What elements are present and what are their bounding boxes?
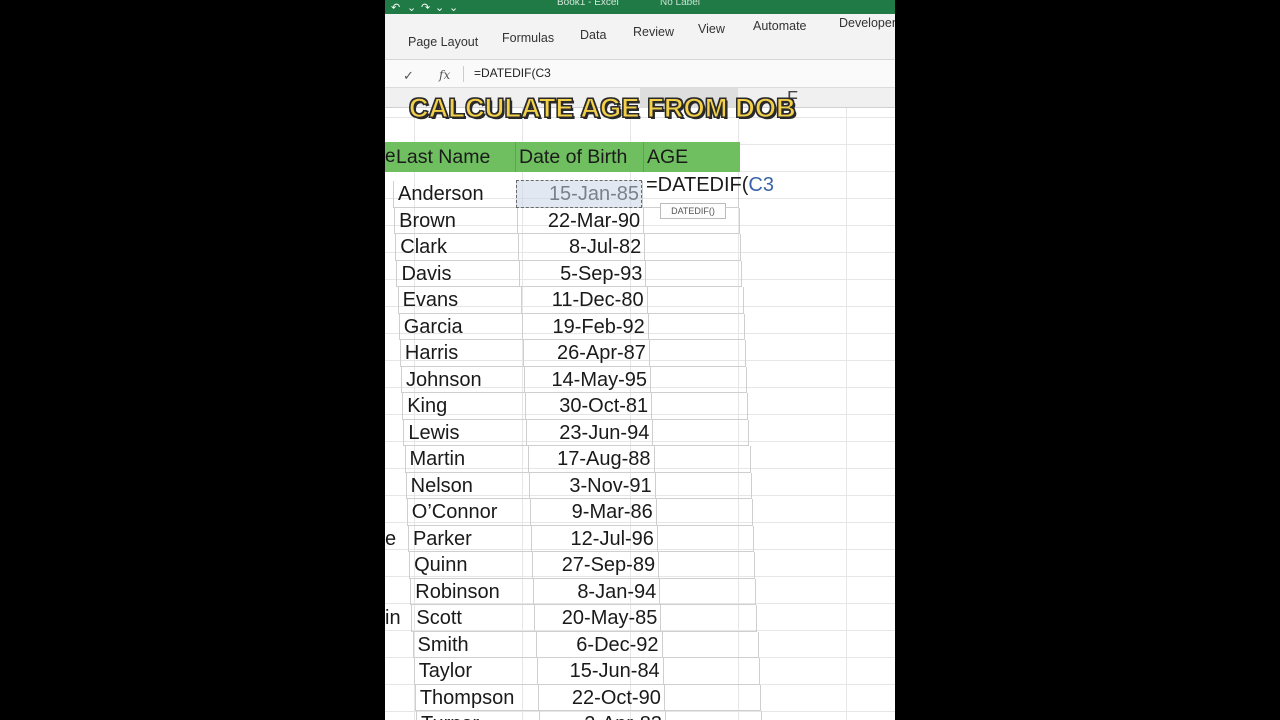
date-of-birth-cell[interactable]: 2-Apr-83 (540, 711, 666, 720)
last-name-cell[interactable]: Martin (404, 446, 529, 473)
age-cell[interactable] (652, 393, 749, 420)
table-row: Evans 11-Dec-80 (385, 287, 895, 314)
date-of-birth-cell[interactable]: 8-Jul-82 (519, 234, 646, 261)
age-cell[interactable] (660, 578, 757, 605)
table-row: Quinn 27-Sep-89 (385, 552, 895, 579)
last-name-cell[interactable]: Harris (399, 340, 524, 367)
last-name-cell[interactable]: Davis (396, 260, 521, 287)
last-name-cell[interactable]: O’Connor (406, 499, 531, 526)
date-of-birth-cell[interactable]: 22-Oct-90 (538, 684, 665, 711)
date-of-birth-cell[interactable]: 20-May-85 (535, 605, 662, 632)
date-of-birth-cell[interactable]: 27-Sep-89 (533, 552, 660, 579)
last-name-cell[interactable]: Parker (407, 525, 532, 552)
active-cell-c3[interactable] (516, 180, 642, 208)
table-row: Nelson 3-Nov-91 (385, 472, 895, 499)
overlay-title: CALCULATE AGE FROM DOB (409, 93, 797, 124)
date-of-birth-cell[interactable]: 5-Sep-93 (520, 260, 647, 287)
age-cell[interactable] (661, 605, 758, 632)
formula-reference: C3 (748, 174, 774, 196)
age-cell[interactable] (649, 340, 746, 367)
table-row: Lewis 23-Jun-94 (385, 419, 895, 446)
last-name-cell[interactable]: Thompson (414, 684, 539, 711)
formula-function: =DATEDIF( (646, 174, 749, 196)
table-row: O’Connor 9-Mar-86 (385, 499, 895, 526)
age-cell[interactable] (659, 552, 756, 579)
last-name-cell[interactable]: Smith (412, 631, 537, 658)
age-cell[interactable] (655, 472, 752, 499)
age-cell[interactable] (646, 260, 743, 287)
age-cell[interactable] (654, 446, 751, 473)
age-cell[interactable] (666, 711, 762, 720)
age-cell[interactable] (657, 525, 754, 552)
last-name-cell[interactable]: Garcia (398, 313, 523, 340)
table-row: Thompson 22-Oct-90 (385, 684, 895, 711)
last-name-cell[interactable]: Nelson (405, 472, 530, 499)
age-cell[interactable] (663, 658, 760, 685)
header-first-name-fragment[interactable]: e (385, 142, 396, 172)
table-row: Clark 8-Jul-82 (385, 234, 895, 261)
last-name-cell[interactable]: King (402, 393, 527, 420)
last-name-cell[interactable]: Turner (416, 711, 540, 720)
table-row: Johnson 14-May-95 (385, 366, 895, 393)
table-row: King 30-Oct-81 (385, 393, 895, 420)
last-name-cell[interactable]: Johnson (401, 366, 526, 393)
function-tooltip[interactable]: DATEDIF() (660, 203, 726, 219)
table-row: in Scott 20-May-85 (385, 605, 895, 632)
last-name-cell[interactable]: Lewis (403, 419, 528, 446)
age-cell[interactable] (645, 234, 742, 261)
header-age[interactable]: AGE (643, 142, 740, 172)
table-row: Turner2-Apr-83 (385, 711, 895, 720)
table-row: Robinson 8-Jan-94 (385, 578, 895, 605)
table-row: Taylor 15-Jun-84 (385, 658, 895, 685)
last-name-cell[interactable]: Scott (411, 605, 536, 632)
date-of-birth-cell[interactable]: 26-Apr-87 (523, 340, 650, 367)
date-of-birth-cell[interactable]: 15-Jun-84 (537, 658, 664, 685)
first-name-fragment-cell[interactable]: e (385, 526, 396, 552)
last-name-cell[interactable]: Robinson (410, 578, 535, 605)
date-of-birth-cell[interactable]: 22-Mar-90 (518, 207, 645, 234)
excel-window: ↶ ⌄ ↷ ⌄ ⌄ Book1 - Excel No Label Page La… (385, 0, 895, 720)
date-of-birth-cell[interactable]: 6-Dec-92 (536, 631, 663, 658)
table-row: Brown 22-Mar-90 (385, 207, 895, 234)
table-row: Smith 6-Dec-92 (385, 631, 895, 658)
date-of-birth-cell[interactable]: 11-Dec-80 (521, 287, 648, 314)
date-of-birth-cell[interactable]: 12-Jul-96 (531, 525, 658, 552)
table-row: Garcia 19-Feb-92 (385, 313, 895, 340)
last-name-cell[interactable]: Taylor (413, 658, 538, 685)
age-cell[interactable] (647, 287, 744, 314)
date-of-birth-cell[interactable]: 14-May-95 (525, 366, 652, 393)
date-of-birth-cell[interactable]: 23-Jun-94 (527, 419, 654, 446)
formula-in-cell[interactable]: =DATEDIF(C3 (646, 174, 774, 197)
table-row: Harris 26-Apr-87 (385, 340, 895, 367)
table-row: Martin 17-Aug-88 (385, 446, 895, 473)
age-cell[interactable] (664, 684, 761, 711)
date-of-birth-cell[interactable]: 19-Feb-92 (522, 313, 649, 340)
age-cell[interactable] (648, 313, 745, 340)
date-of-birth-cell[interactable]: 8-Jan-94 (534, 578, 661, 605)
first-name-fragment-cell[interactable]: in (385, 605, 401, 631)
date-of-birth-cell[interactable]: 30-Oct-81 (526, 393, 653, 420)
table-row: e Parker 12-Jul-96 (385, 525, 895, 552)
last-name-cell[interactable]: Quinn (409, 552, 534, 579)
age-cell[interactable] (656, 499, 753, 526)
header-last-name[interactable]: Last Name (396, 142, 515, 172)
date-of-birth-cell[interactable]: 3-Nov-91 (529, 472, 656, 499)
table-row: Davis 5-Sep-93 (385, 260, 895, 287)
last-name-cell[interactable]: Clark (395, 234, 520, 261)
last-name-cell[interactable]: Brown (394, 207, 519, 234)
date-of-birth-cell[interactable]: 17-Aug-88 (528, 446, 655, 473)
last-name-cell[interactable]: Anderson (393, 181, 517, 208)
age-cell[interactable] (653, 419, 750, 446)
age-cell[interactable] (662, 631, 759, 658)
date-of-birth-cell[interactable]: 9-Mar-86 (530, 499, 657, 526)
age-cell[interactable] (651, 366, 748, 393)
last-name-cell[interactable]: Evans (397, 287, 522, 314)
header-date-of-birth[interactable]: Date of Birth (515, 142, 643, 172)
